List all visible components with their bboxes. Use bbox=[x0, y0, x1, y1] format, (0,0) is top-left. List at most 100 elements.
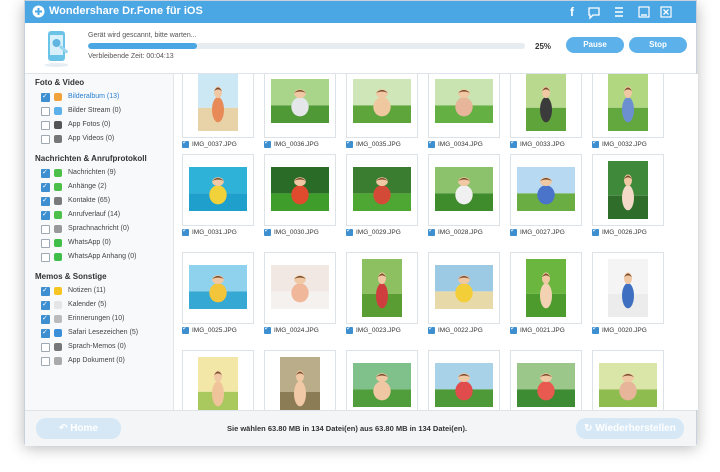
photo-item[interactable]: IMG_0016.JPG bbox=[428, 350, 500, 410]
photo-thumbnail[interactable] bbox=[510, 252, 582, 324]
photo-item[interactable]: IMG_0017.JPG bbox=[346, 350, 418, 410]
photo-item[interactable]: IMG_0036.JPG bbox=[264, 74, 336, 158]
photo-checkbox[interactable] bbox=[510, 138, 517, 148]
sidebar-item[interactable]: WhatsApp Anhang (0) bbox=[25, 250, 173, 264]
photo-item[interactable]: IMG_0031.JPG bbox=[182, 154, 254, 246]
photo-checkbox[interactable] bbox=[182, 138, 189, 148]
photo-caption[interactable]: IMG_0032.JPG bbox=[592, 138, 647, 151]
photo-caption[interactable]: IMG_0034.JPG bbox=[428, 138, 483, 151]
sidebar-item[interactable]: Bilder Stream (0) bbox=[25, 104, 173, 118]
photo-thumbnail[interactable] bbox=[510, 74, 582, 138]
pause-button[interactable]: Pause bbox=[566, 37, 624, 53]
photo-thumbnail[interactable] bbox=[510, 154, 582, 226]
photo-caption[interactable]: IMG_0037.JPG bbox=[182, 138, 237, 151]
sidebar-item-checkbox[interactable] bbox=[41, 107, 50, 116]
photo-thumbnail[interactable] bbox=[592, 350, 664, 410]
photo-item[interactable]: IMG_0027.JPG bbox=[510, 154, 582, 246]
photo-thumbnail[interactable] bbox=[592, 252, 664, 324]
home-button[interactable]: ↶ Home bbox=[36, 418, 121, 439]
photo-caption[interactable]: IMG_0035.JPG bbox=[346, 138, 401, 151]
sidebar-item-checkbox[interactable] bbox=[41, 253, 50, 262]
photo-thumbnail[interactable] bbox=[182, 350, 254, 410]
photo-caption[interactable]: IMG_0026.JPG bbox=[592, 226, 647, 239]
photo-checkbox[interactable] bbox=[182, 226, 189, 236]
photo-thumbnail[interactable] bbox=[264, 154, 336, 226]
stop-button[interactable]: Stop bbox=[629, 37, 687, 53]
sidebar-item-checkbox[interactable] bbox=[41, 326, 50, 340]
photo-item[interactable]: IMG_0018.JPG bbox=[264, 350, 336, 410]
photo-thumbnail[interactable] bbox=[592, 74, 664, 138]
photo-caption[interactable]: IMG_0021.JPG bbox=[510, 324, 565, 337]
photo-checkbox[interactable] bbox=[264, 138, 271, 148]
photo-checkbox[interactable] bbox=[510, 226, 517, 236]
sidebar-item-checkbox[interactable] bbox=[41, 166, 50, 180]
photo-thumbnail[interactable] bbox=[428, 74, 500, 138]
photo-item[interactable]: IMG_0021.JPG bbox=[510, 252, 582, 344]
sidebar-item[interactable]: Sprachnachricht (0) bbox=[25, 222, 173, 236]
sidebar-item-checkbox[interactable] bbox=[41, 180, 50, 194]
feedback-icon[interactable] bbox=[586, 4, 602, 20]
photo-thumbnail[interactable] bbox=[428, 252, 500, 324]
photo-thumbnail[interactable] bbox=[182, 154, 254, 226]
photo-item[interactable]: IMG_0020.JPG bbox=[592, 252, 664, 344]
photo-item[interactable]: IMG_0032.JPG bbox=[592, 74, 664, 158]
sidebar-item-checkbox[interactable] bbox=[41, 208, 50, 222]
photo-item[interactable]: IMG_0034.JPG bbox=[428, 74, 500, 158]
sidebar-item-checkbox[interactable] bbox=[41, 357, 50, 366]
sidebar-item-checkbox[interactable] bbox=[41, 312, 50, 326]
sidebar-item-checkbox[interactable] bbox=[41, 121, 50, 130]
sidebar-item-checkbox[interactable] bbox=[41, 298, 50, 312]
photo-thumbnail[interactable] bbox=[264, 350, 336, 410]
photo-item[interactable]: IMG_0024.JPG bbox=[264, 252, 336, 344]
photo-thumbnail[interactable] bbox=[592, 154, 664, 226]
photo-checkbox[interactable] bbox=[346, 138, 353, 148]
photo-checkbox[interactable] bbox=[510, 324, 517, 334]
photo-thumbnail[interactable] bbox=[428, 350, 500, 410]
photo-caption[interactable]: IMG_0028.JPG bbox=[428, 226, 483, 239]
sidebar-item-checkbox[interactable] bbox=[41, 225, 50, 234]
photo-checkbox[interactable] bbox=[592, 324, 599, 334]
sidebar-item-checkbox[interactable] bbox=[41, 343, 50, 352]
photo-checkbox[interactable] bbox=[346, 324, 353, 334]
photo-caption[interactable]: IMG_0020.JPG bbox=[592, 324, 647, 337]
photo-checkbox[interactable] bbox=[264, 226, 271, 236]
photo-thumbnail[interactable] bbox=[346, 350, 418, 410]
photo-item[interactable]: IMG_0029.JPG bbox=[346, 154, 418, 246]
photo-thumbnail[interactable] bbox=[346, 74, 418, 138]
sidebar-item-checkbox[interactable] bbox=[41, 194, 50, 208]
sidebar-item[interactable]: Nachrichten (9) bbox=[25, 166, 173, 180]
sidebar-item[interactable]: Erinnerungen (10) bbox=[25, 312, 173, 326]
restore-button[interactable]: ↻ Wiederherstellen bbox=[576, 418, 684, 439]
photo-thumbnail[interactable] bbox=[346, 252, 418, 324]
photo-thumbnail[interactable] bbox=[182, 74, 254, 138]
photo-checkbox[interactable] bbox=[264, 324, 271, 334]
sidebar-item-checkbox[interactable] bbox=[41, 90, 50, 104]
photo-checkbox[interactable] bbox=[346, 226, 353, 236]
sidebar-item-checkbox[interactable] bbox=[41, 284, 50, 298]
photo-thumbnail[interactable] bbox=[264, 74, 336, 138]
photo-caption[interactable]: IMG_0027.JPG bbox=[510, 226, 565, 239]
sidebar-item[interactable]: Safari Lesezeichen (5) bbox=[25, 326, 173, 340]
photo-thumbnail[interactable] bbox=[182, 252, 254, 324]
sidebar-item[interactable]: Sprach-Memos (0) bbox=[25, 340, 173, 354]
photo-checkbox[interactable] bbox=[428, 138, 435, 148]
photo-checkbox[interactable] bbox=[592, 226, 599, 236]
photo-item[interactable]: IMG_0035.JPG bbox=[346, 74, 418, 158]
photo-item[interactable]: IMG_0023.JPG bbox=[346, 252, 418, 344]
photo-item[interactable]: IMG_0022.JPG bbox=[428, 252, 500, 344]
minimize-icon[interactable] bbox=[636, 4, 652, 20]
photo-item[interactable]: IMG_0030.JPG bbox=[264, 154, 336, 246]
sidebar-item[interactable]: App Videos (0) bbox=[25, 132, 173, 146]
photo-item[interactable]: IMG_0033.JPG bbox=[510, 74, 582, 158]
photo-caption[interactable]: IMG_0029.JPG bbox=[346, 226, 401, 239]
sidebar-item[interactable]: App Fotos (0) bbox=[25, 118, 173, 132]
photo-caption[interactable]: IMG_0036.JPG bbox=[264, 138, 319, 151]
menu-icon[interactable] bbox=[611, 4, 627, 20]
photo-caption[interactable]: IMG_0030.JPG bbox=[264, 226, 319, 239]
photo-caption[interactable]: IMG_0022.JPG bbox=[428, 324, 483, 337]
sidebar-item-checkbox[interactable] bbox=[41, 135, 50, 144]
photo-item[interactable]: IMG_0037.JPG bbox=[182, 74, 254, 158]
photo-item[interactable]: IMG_0028.JPG bbox=[428, 154, 500, 246]
sidebar-item[interactable]: App Dokument (0) bbox=[25, 354, 173, 368]
photo-caption[interactable]: IMG_0024.JPG bbox=[264, 324, 319, 337]
